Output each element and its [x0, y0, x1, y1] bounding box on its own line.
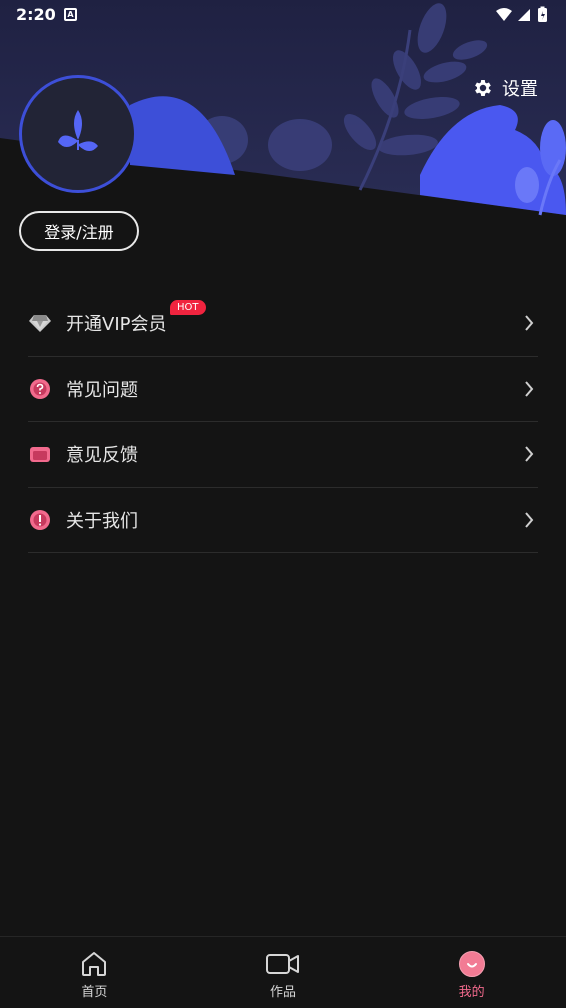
diamond-icon: [28, 311, 52, 335]
signal-icon: [518, 9, 530, 21]
chevron-right-icon: [525, 315, 534, 331]
profile-menu: 开通VIP会员 HOT 常见问题 意见反馈 关于我们: [28, 291, 538, 553]
bottom-tab-bar: 首页 作品 我的: [0, 936, 566, 1008]
home-icon: [82, 952, 107, 976]
menu-item-about[interactable]: 关于我们: [28, 488, 538, 553]
video-camera-icon: [266, 954, 299, 974]
menu-item-label: 常见问题: [66, 379, 138, 401]
tab-label: 首页: [81, 985, 108, 1000]
chevron-right-icon: [525, 512, 534, 528]
notification-icon: A: [64, 8, 77, 21]
status-bar: 2:20 A: [0, 0, 566, 30]
profile-face-icon: [458, 951, 485, 977]
chevron-right-icon: [525, 446, 534, 462]
login-register-button[interactable]: 登录/注册: [19, 211, 139, 251]
system-icons: [494, 6, 552, 28]
settings-button[interactable]: 设置: [472, 76, 538, 100]
battery-icon: [538, 6, 547, 22]
menu-item-label: 开通VIP会员: [66, 314, 167, 336]
gear-icon: [475, 80, 491, 96]
avatar[interactable]: [19, 75, 137, 193]
default-avatar-icon: [58, 110, 98, 151]
menu-item-label: 意见反馈: [66, 445, 138, 467]
menu-item-vip[interactable]: 开通VIP会员 HOT: [28, 291, 538, 357]
chevron-right-icon: [525, 381, 534, 397]
hot-badge: HOT: [170, 300, 206, 315]
tab-works[interactable]: 作品: [189, 937, 378, 1008]
wifi-icon: [496, 8, 512, 21]
profile-header: 2:20 A 设置: [0, 0, 566, 240]
status-time: 2:20: [16, 5, 56, 24]
settings-label: 设置: [502, 79, 538, 100]
tab-label: 我的: [458, 985, 485, 1000]
tab-label: 作品: [270, 985, 297, 1000]
menu-item-faq[interactable]: 常见问题: [28, 357, 538, 422]
question-icon: [28, 377, 52, 401]
menu-item-label: 关于我们: [66, 510, 138, 532]
info-icon: [28, 508, 52, 532]
feedback-icon: [28, 442, 52, 466]
menu-item-feedback[interactable]: 意见反馈: [28, 422, 538, 488]
tab-mine[interactable]: 我的: [377, 937, 566, 1008]
tab-home[interactable]: 首页: [0, 937, 189, 1008]
